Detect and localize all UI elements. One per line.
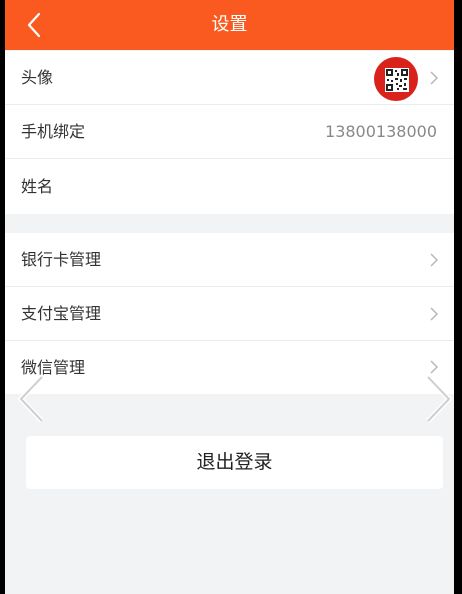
previous-arrow-icon[interactable]	[17, 374, 47, 424]
settings-screen: 设置 头像 手机绑定 13800138000 姓名 银行卡管理 支付宝管理 微信…	[5, 0, 454, 594]
phone-binding-label: 手机绑定	[21, 122, 86, 141]
right-edge	[454, 0, 462, 594]
chevron-right-icon	[430, 253, 439, 267]
name-label: 姓名	[21, 177, 54, 196]
name-row[interactable]: 姓名	[5, 159, 454, 214]
phone-number-value: 13800138000	[325, 122, 437, 141]
chevron-right-icon	[430, 360, 439, 374]
logout-button[interactable]: 退出登录	[26, 436, 443, 489]
chevron-right-icon	[430, 307, 439, 321]
profile-section: 头像 手机绑定 13800138000 姓名	[5, 51, 454, 214]
next-arrow-icon[interactable]	[423, 374, 453, 424]
avatar[interactable]	[374, 57, 418, 101]
bank-card-label: 银行卡管理	[21, 250, 102, 269]
phone-binding-row[interactable]: 手机绑定 13800138000	[5, 105, 454, 159]
accounts-section: 银行卡管理 支付宝管理 微信管理	[5, 233, 454, 394]
bank-card-row[interactable]: 银行卡管理	[5, 233, 454, 287]
page-title: 设置	[211, 14, 248, 35]
chevron-right-icon	[430, 71, 439, 85]
avatar-label: 头像	[21, 68, 54, 87]
alipay-row[interactable]: 支付宝管理	[5, 287, 454, 341]
alipay-label: 支付宝管理	[21, 304, 102, 323]
header-bar: 设置	[5, 0, 454, 50]
wechat-row[interactable]: 微信管理	[5, 341, 454, 394]
qr-code-icon	[385, 68, 409, 92]
avatar-row[interactable]: 头像	[5, 51, 454, 105]
